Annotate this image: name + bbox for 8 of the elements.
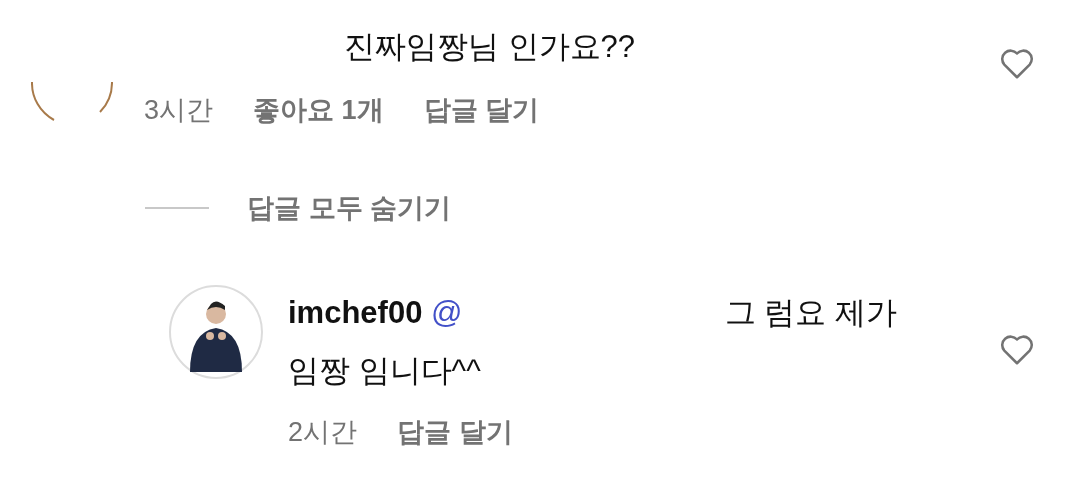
comment-text: 진짜임짱님 인가요?? bbox=[343, 28, 637, 66]
reply-link[interactable]: 답글 달기 bbox=[423, 92, 540, 128]
timestamp: 3시간 bbox=[144, 94, 214, 127]
comment-text: imchef00 @ 그 럼요 제가 임짱 임니다^^ bbox=[288, 294, 898, 390]
timestamp: 2시간 bbox=[288, 416, 358, 449]
likes-count-link[interactable]: 좋아요 1개 bbox=[253, 92, 384, 128]
reply-link[interactable]: 답글 달기 bbox=[397, 414, 513, 450]
hide-replies-link[interactable]: 답글 모두 숨기기 bbox=[247, 190, 451, 226]
